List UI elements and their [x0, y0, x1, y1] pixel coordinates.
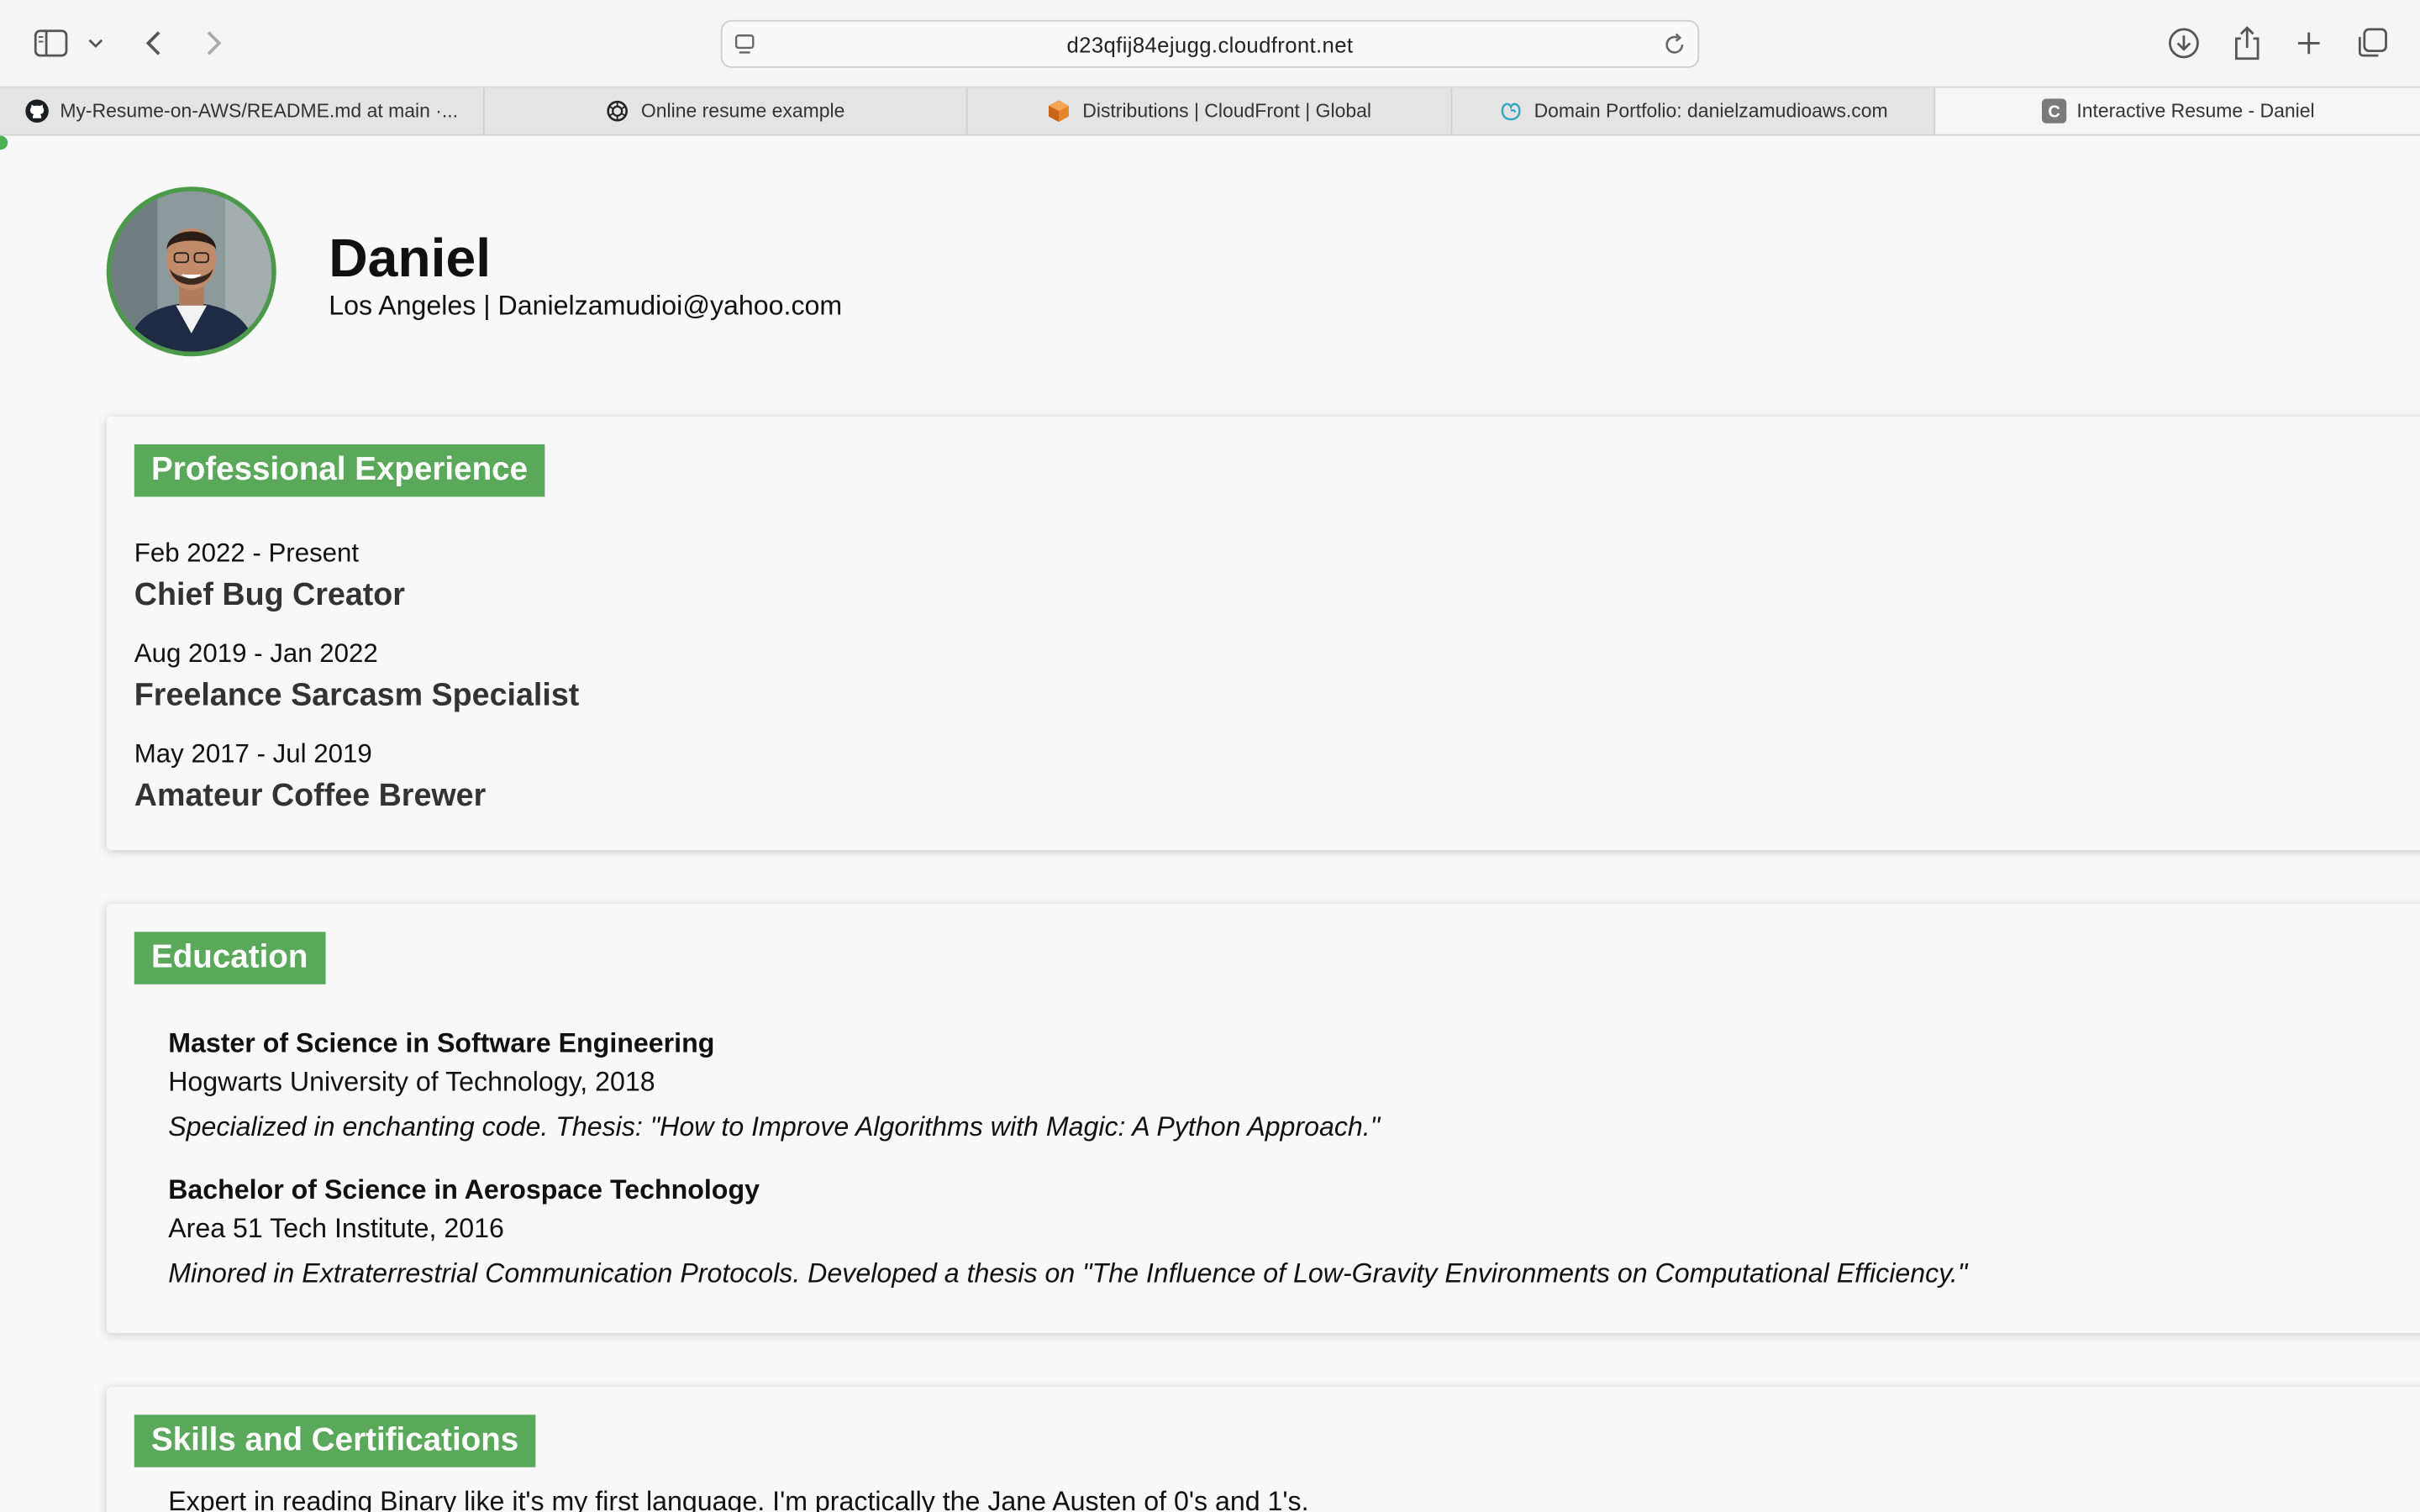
new-tab-plus-icon[interactable]: [2287, 22, 2330, 65]
share-icon[interactable]: [2226, 22, 2269, 65]
github-icon: [24, 99, 49, 123]
experience-item: Aug 2019 - Jan 2022 Freelance Sarcasm Sp…: [134, 638, 580, 714]
page-content: Daniel Los Angeles | Danielzamudioi@yaho…: [0, 135, 2420, 1512]
experience-date: May 2017 - Jul 2019: [134, 738, 372, 769]
education-item: Master of Science in Software Engineerin…: [168, 1027, 1380, 1143]
tab-bar: My-Resume-on-AWS/README.md at main ·... …: [0, 87, 2420, 136]
reload-icon[interactable]: [1660, 31, 1688, 59]
tab-domain-portfolio[interactable]: Domain Portfolio: danielzamudioaws.com: [1452, 87, 1936, 134]
experience-item: May 2017 - Jul 2019 Amateur Coffee Brewe…: [134, 739, 486, 815]
download-icon[interactable]: [2162, 22, 2205, 65]
experience-item: Feb 2022 - Present Chief Bug Creator: [134, 538, 405, 614]
section-title-skills: Skills and Certifications: [134, 1415, 536, 1467]
aws-icon: [1047, 99, 1071, 123]
godaddy-icon: [1498, 99, 1523, 123]
openai-icon: [606, 99, 630, 123]
chevron-down-icon[interactable]: [77, 22, 114, 65]
svg-text:C: C: [2048, 103, 2060, 122]
experience-role: Chief Bug Creator: [134, 576, 405, 613]
tab-label: Online resume example: [640, 100, 845, 123]
experience-date: Aug 2019 - Jan 2022: [134, 638, 378, 669]
education-degree: Bachelor of Science in Aerospace Technol…: [168, 1173, 760, 1205]
tab-label: Domain Portfolio: danielzamudioaws.com: [1534, 100, 1888, 123]
education-school: Area 51 Tech Institute, 2016: [168, 1212, 504, 1244]
skills-text: Expert in reading Binary like it's my fi…: [168, 1485, 1309, 1512]
education-degree: Master of Science in Software Engineerin…: [168, 1027, 715, 1058]
browser-toolbar: d23qfij84ejugg.cloudfront.net: [0, 0, 2420, 88]
sidebar-toggle-icon[interactable]: [29, 22, 72, 65]
tab-overview-icon[interactable]: [2350, 22, 2393, 65]
tab-cloudfront-distributions[interactable]: Distributions | CloudFront | Global: [968, 87, 1452, 134]
forward-arrow-icon[interactable]: [192, 22, 234, 65]
experience-date: Feb 2022 - Present: [134, 538, 360, 568]
section-title-education: Education: [134, 932, 325, 984]
education-description: Specialized in enchanting code. Thesis: …: [168, 1110, 1381, 1142]
tab-label: Distributions | CloudFront | Global: [1082, 100, 1371, 123]
avatar: [106, 186, 276, 357]
education-school: Hogwarts University of Technology, 2018: [168, 1066, 655, 1097]
skills-section: Skills and Certifications Expert in read…: [106, 1387, 2420, 1512]
profile-contact: Los Angeles | Danielzamudioi@yahoo.com: [329, 290, 843, 322]
c-letter-icon: C: [2041, 98, 2066, 123]
education-description: Minored in Extraterrestrial Communicatio…: [168, 1257, 1968, 1289]
experience-role: Freelance Sarcasm Specialist: [134, 677, 580, 713]
experience-role: Amateur Coffee Brewer: [134, 777, 487, 813]
page-settings-icon[interactable]: [732, 31, 760, 59]
section-title-experience: Professional Experience: [134, 444, 545, 497]
profile-name: Daniel: [329, 228, 492, 289]
tab-online-resume-example[interactable]: Online resume example: [484, 87, 968, 134]
education-section: Education Master of Science in Software …: [106, 904, 2420, 1333]
education-item: Bachelor of Science in Aerospace Technol…: [168, 1174, 1967, 1290]
loading-indicator: [0, 135, 8, 150]
tab-label: Interactive Resume - Daniel: [2076, 100, 2315, 123]
address-bar[interactable]: d23qfij84ejugg.cloudfront.net: [720, 19, 1700, 68]
experience-section: Professional Experience Feb 2022 - Prese…: [106, 416, 2420, 851]
tab-label: My-Resume-on-AWS/README.md at main ·...: [60, 100, 459, 123]
tab-interactive-resume[interactable]: C Interactive Resume - Daniel: [1935, 87, 2420, 134]
url-text[interactable]: d23qfij84ejugg.cloudfront.net: [1067, 32, 1354, 56]
back-arrow-icon[interactable]: [133, 22, 176, 65]
tab-github-readme[interactable]: My-Resume-on-AWS/README.md at main ·...: [0, 87, 484, 134]
